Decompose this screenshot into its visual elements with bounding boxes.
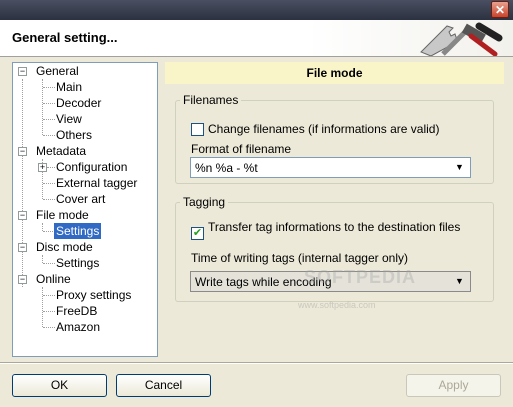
format-combobox[interactable]: %n %a - %t ▼ (190, 157, 471, 178)
settings-tree[interactable]: − − + − − − General Main Decoder View Ot… (12, 62, 158, 357)
tree-line (43, 119, 55, 120)
close-button[interactable]: ✕ (491, 1, 509, 18)
format-label: Format of filename (191, 142, 292, 156)
title-bar: ✕ (0, 0, 513, 20)
change-filenames-label: Change filenames (if informations are va… (208, 122, 440, 136)
tree-item-proxy-settings[interactable]: Proxy settings (56, 287, 131, 303)
file-mode-panel: File mode Filenames Change filenames (if… (165, 62, 504, 357)
transfer-tags-label: Transfer tag informations to the destina… (208, 220, 461, 234)
tree-item-view[interactable]: View (56, 111, 82, 127)
filenames-group-label: Filenames (180, 93, 242, 107)
tree-line (43, 103, 55, 104)
tree-item-external-tagger[interactable]: External tagger (56, 175, 137, 191)
tree-item-file-mode[interactable]: File mode (36, 207, 89, 223)
ok-button[interactable]: OK (12, 374, 107, 397)
footer-separator (0, 362, 513, 364)
tree-line (47, 167, 55, 168)
tree-item-general[interactable]: General (36, 63, 79, 79)
expander-plus-icon[interactable]: + (38, 163, 47, 172)
tree-item-freedb[interactable]: FreeDB (56, 303, 97, 319)
tree-line (43, 183, 55, 184)
tree-item-online[interactable]: Online (36, 271, 71, 287)
chevron-down-icon[interactable]: ▼ (452, 160, 467, 175)
dialog-header: General setting... (0, 20, 513, 57)
expander-minus-icon[interactable]: − (18, 67, 27, 76)
apply-button[interactable]: Apply (406, 374, 501, 397)
tree-line (42, 255, 43, 263)
cancel-button[interactable]: Cancel (116, 374, 211, 397)
tree-item-cover-art[interactable]: Cover art (56, 191, 105, 207)
transfer-tags-checkbox[interactable]: ✔ (191, 227, 204, 240)
tree-line (22, 79, 23, 287)
panel-title: File mode (165, 62, 504, 84)
tree-item-disc-mode[interactable]: Disc mode (36, 239, 93, 255)
tree-line (42, 287, 43, 327)
chevron-down-icon[interactable]: ▼ (452, 274, 467, 289)
tree-line (43, 263, 55, 264)
tree-line (43, 327, 55, 328)
expander-minus-icon[interactable]: − (18, 275, 27, 284)
expander-minus-icon[interactable]: − (18, 211, 27, 220)
tree-item-disc-mode-settings[interactable]: Settings (56, 255, 99, 271)
tree-item-configuration[interactable]: Configuration (56, 159, 127, 175)
dialog-title: General setting... (12, 30, 118, 45)
tree-line (42, 223, 43, 231)
filenames-group: Filenames Change filenames (if informati… (175, 93, 494, 184)
general-settings-window: ✕ General setting... − − + − − − General… (0, 0, 513, 407)
tree-item-file-mode-settings[interactable]: Settings (54, 223, 102, 239)
change-filenames-checkbox[interactable] (191, 123, 204, 136)
tree-line (43, 199, 55, 200)
tagging-group-label: Tagging (180, 195, 229, 209)
tree-line (43, 295, 55, 296)
tree-line (43, 135, 55, 136)
softpedia-watermark: SOFTPEDIA (304, 267, 417, 287)
time-of-writing-label: Time of writing tags (internal tagger on… (191, 251, 408, 265)
expander-minus-icon[interactable]: − (18, 147, 27, 156)
tree-item-others[interactable]: Others (56, 127, 92, 143)
tree-line (43, 87, 55, 88)
expander-minus-icon[interactable]: − (18, 243, 27, 252)
tree-item-main[interactable]: Main (56, 79, 82, 95)
tools-icon (420, 22, 503, 56)
tree-item-amazon[interactable]: Amazon (56, 319, 100, 335)
softpedia-watermark-url: www.softpedia.com (298, 300, 376, 310)
format-value: %n %a - %t (195, 161, 258, 175)
tree-item-metadata[interactable]: Metadata (36, 143, 86, 159)
tree-line (43, 311, 55, 312)
tree-item-decoder[interactable]: Decoder (56, 95, 101, 111)
